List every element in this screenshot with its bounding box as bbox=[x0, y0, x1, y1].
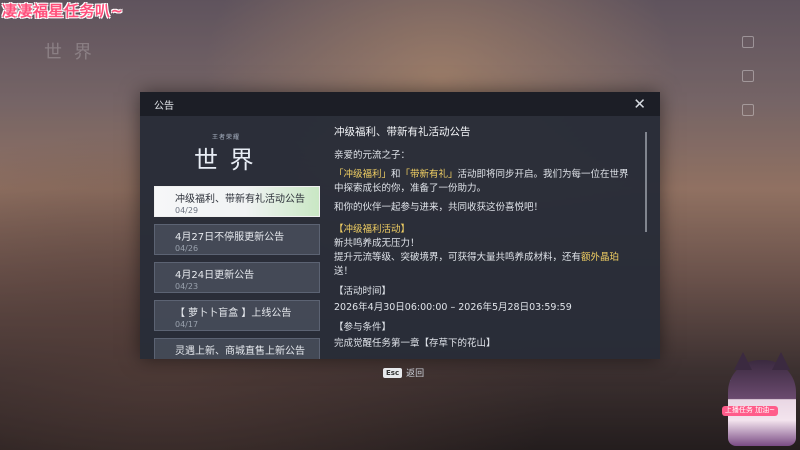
article-greeting: 亲爱的元流之子： bbox=[334, 150, 411, 161]
announcement-item-title: 4月27日不停服更新公告 bbox=[175, 232, 285, 243]
article-text: 提升元流等级、突破境界，可获得大量共鸣养成材料，还有 bbox=[334, 252, 582, 263]
hud-icon bbox=[742, 70, 754, 82]
announcement-item[interactable]: 4月27日不停服更新公告 04/26 bbox=[154, 224, 320, 255]
announcement-item[interactable]: 灵遇上新、商城直售上新公告04/10 bbox=[154, 338, 320, 359]
article-text: 提升元流等级、突破境界，可获得大量共鸣养成材料，还有额外晶珀送！ bbox=[334, 251, 634, 279]
announcement-item-date: 04/29 bbox=[175, 206, 199, 215]
article-text: 和 bbox=[391, 169, 401, 180]
content-scrollbar[interactable] bbox=[645, 132, 647, 232]
announcement-item[interactable]: 冲级福利、带新有礼活动公告 04/29 bbox=[154, 186, 320, 217]
article-text: 新共鸣养成无压力！ bbox=[334, 238, 420, 249]
announcement-item-date: 04/23 bbox=[175, 282, 199, 291]
announcement-item-date: 04/17 bbox=[175, 320, 199, 329]
esc-label: 返回 bbox=[406, 369, 425, 379]
streamer-avatar bbox=[728, 352, 796, 446]
article-intro: 「冲级福利」和「带新有礼」活动即将同步开启。我们为每一位在世界中探索成长的你，准… bbox=[334, 168, 634, 196]
background-game-logo: 世 界 bbox=[44, 42, 95, 63]
highlight-text: 「带新有礼」 bbox=[400, 169, 458, 180]
hud-icon bbox=[742, 104, 754, 116]
cat-ear-icon bbox=[772, 352, 790, 370]
announcement-content: 冲级福利、带新有礼活动公告 亲爱的元流之子： 「冲级福利」和「带新有礼」活动即将… bbox=[334, 116, 634, 359]
modal-header: 公告 ✕ bbox=[140, 92, 660, 116]
stream-overlay-title: 凄凄福星任务叭~ bbox=[2, 2, 124, 20]
announcement-item-date: 04/10 bbox=[175, 358, 313, 359]
announcement-item-title: 4月24日更新公告 bbox=[175, 270, 255, 281]
section-title: 【冲级福利活动】 bbox=[334, 224, 411, 235]
article-intro-2: 和你的伙伴一起参与进来，共同收获这份喜悦吧！ bbox=[334, 202, 544, 213]
announcement-item[interactable]: 【 萝卜卜盲盒 】上线公告 04/17 bbox=[154, 300, 320, 331]
announcement-list-panel: 王者荣耀 世 界 冲级福利、带新有礼活动公告 04/29 4月27日不停服更新公告 0… bbox=[154, 116, 320, 359]
esc-key: Esc bbox=[383, 367, 403, 378]
announcement-item-date: 04/26 bbox=[175, 244, 199, 253]
close-icon[interactable]: ✕ bbox=[633, 96, 646, 112]
article-heading: 冲级福利、带新有礼活动公告 bbox=[334, 126, 471, 138]
cat-ear-icon bbox=[734, 352, 752, 370]
article-text: 完成觉醒任务第一章【存草下的花山】 bbox=[334, 338, 496, 349]
hud-icon bbox=[742, 36, 754, 48]
modal-title: 公告 bbox=[154, 100, 174, 112]
highlight-text: 额外晶珀 bbox=[581, 252, 620, 263]
avatar-sign: 上播任务 加油~ bbox=[721, 406, 778, 416]
announcement-item-title: 【 萝卜卜盲盒 】上线公告 bbox=[175, 308, 292, 319]
section-title: 【参与条件】 bbox=[334, 322, 392, 333]
esc-hint[interactable]: Esc 返回 bbox=[383, 366, 424, 379]
game-logo: 王者荣耀 世 界 bbox=[154, 116, 320, 186]
event-time: 2026年4月30日06:00:00 – 2026年5月28日03:59:59 bbox=[334, 302, 572, 313]
section-title: 【活动时间】 bbox=[334, 286, 392, 297]
announcement-item-title: 冲级福利、带新有礼活动公告 bbox=[175, 194, 305, 205]
announcement-modal: 公告 ✕ 王者荣耀 世 界 冲级福利、带新有礼活动公告 04/29 4月27日不停服… bbox=[140, 92, 660, 359]
announcement-item-title: 灵遇上新、商城直售上新公告 bbox=[175, 346, 305, 357]
game-logo-main: 世 界 bbox=[194, 146, 256, 174]
hud-right-icons bbox=[742, 36, 754, 138]
article-text: 送！ bbox=[334, 266, 354, 277]
announcement-list: 冲级福利、带新有礼活动公告 04/29 4月27日不停服更新公告 04/26 4月24日… bbox=[154, 186, 320, 359]
highlight-text: 「冲级福利」 bbox=[334, 169, 392, 180]
announcement-item[interactable]: 4月24日更新公告 04/23 bbox=[154, 262, 320, 293]
